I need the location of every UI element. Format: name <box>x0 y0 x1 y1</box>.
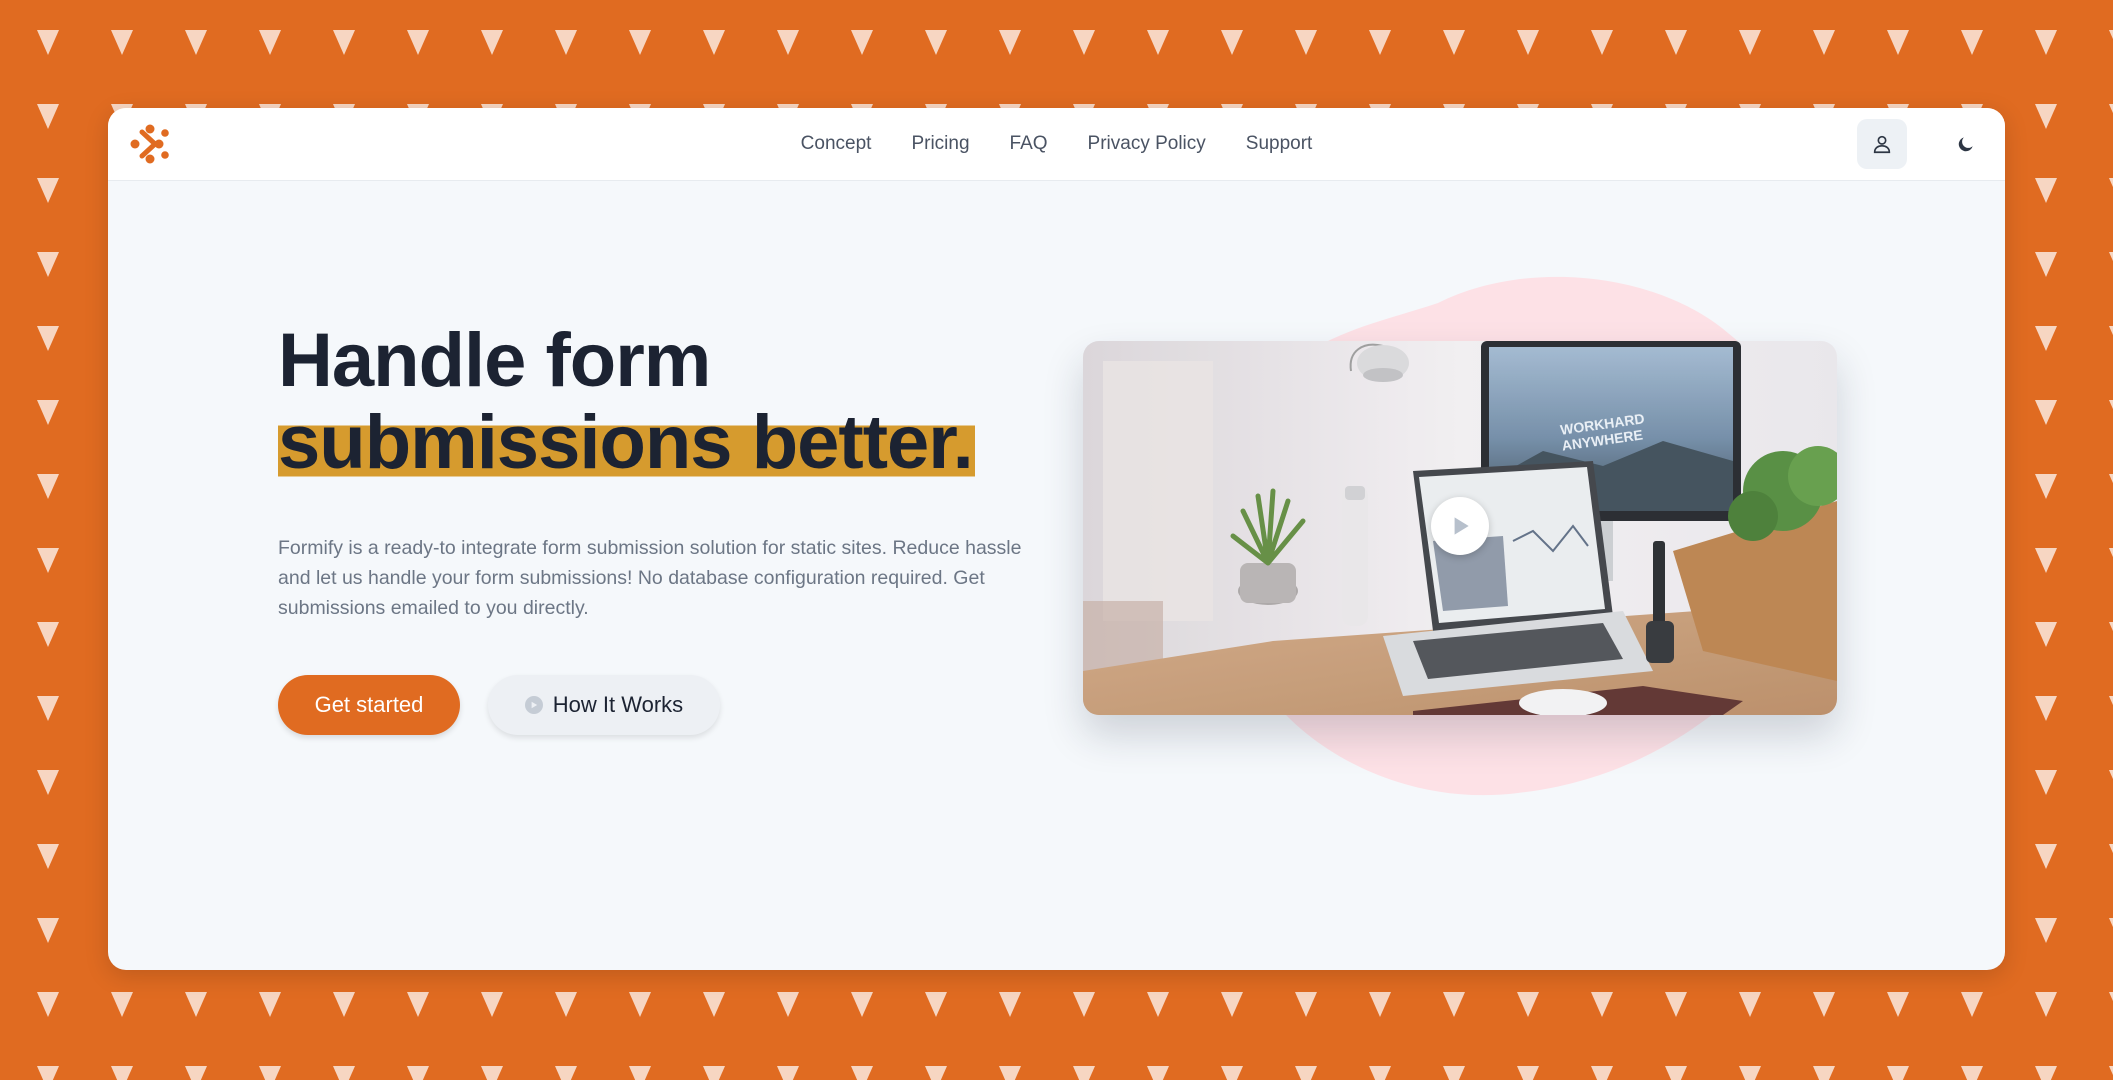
user-icon <box>1873 135 1891 154</box>
how-it-works-label: How It Works <box>552 692 684 717</box>
navbar: Concept Pricing FAQ Privacy Policy Suppo… <box>108 108 2005 181</box>
hero-video-thumbnail[interactable]: WORKHARD ANYWHERE <box>1083 341 1837 715</box>
play-circle-icon <box>524 696 543 714</box>
nav-link-support[interactable]: Support <box>1246 133 1313 155</box>
formify-logo-icon[interactable] <box>128 122 172 166</box>
nav-links: Concept Pricing FAQ Privacy Policy Suppo… <box>108 108 2005 180</box>
get-started-button[interactable]: Get started <box>278 675 460 735</box>
nav-link-faq[interactable]: FAQ <box>1010 133 1048 155</box>
play-video-button[interactable] <box>1431 497 1489 555</box>
nav-link-concept[interactable]: Concept <box>801 133 872 155</box>
theme-toggle-button[interactable] <box>1946 124 1986 164</box>
moon-icon <box>1958 137 1973 152</box>
user-account-button[interactable] <box>1857 119 1907 169</box>
how-it-works-button[interactable]: How It Works <box>488 675 720 735</box>
hero-title-highlight: submissions better. <box>278 400 975 485</box>
hero-description: Formify is a ready-to integrate form sub… <box>278 537 1022 619</box>
nav-link-privacy-policy[interactable]: Privacy Policy <box>1088 133 1206 155</box>
play-icon <box>1454 517 1469 535</box>
hero-title: Handle form submissions better. <box>278 318 975 485</box>
main-card: Concept Pricing FAQ Privacy Policy Suppo… <box>108 108 2005 970</box>
nav-link-pricing[interactable]: Pricing <box>911 133 969 155</box>
hero-title-line1: Handle form <box>278 318 711 403</box>
